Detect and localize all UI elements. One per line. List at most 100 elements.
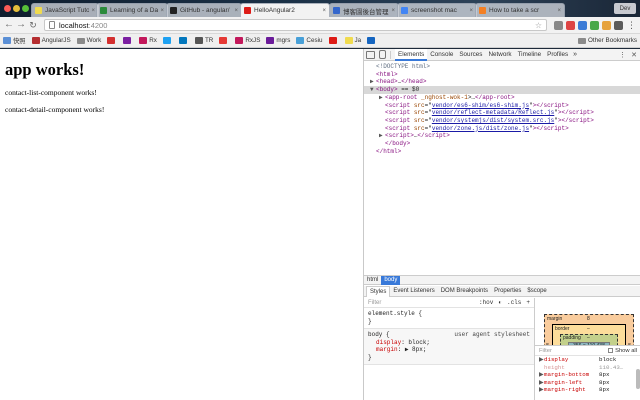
star-icon[interactable]: ☆ (535, 21, 542, 30)
color-picker-icon[interactable]: ◐ (498, 299, 502, 306)
browser-tab[interactable]: Learning of a Day × (96, 3, 168, 17)
profile-button[interactable]: Dev (614, 3, 636, 14)
device-mode-icon[interactable] (379, 50, 386, 59)
browser-tab[interactable]: screenshot mac × (397, 3, 477, 17)
dom-node[interactable]: <script src="vendor/es6-shim/es6-shim.js… (364, 102, 640, 110)
computed-filter[interactable]: Filter Show all (535, 346, 640, 356)
other-bookmarks[interactable]: Other Bookmarks (578, 37, 637, 44)
styles-filter[interactable]: Filter :hov ◐ .cls + (364, 298, 534, 308)
breadcrumb-body[interactable]: body (381, 275, 401, 285)
css-property[interactable]: display: block; (368, 339, 530, 347)
bookmark-item[interactable] (162, 37, 173, 44)
bookmark-item[interactable]: AngularJS (31, 37, 71, 44)
computed-row[interactable]: ▶ display block (535, 356, 640, 364)
dom-node[interactable]: <!DOCTYPE html> (364, 63, 640, 71)
bookmark-item[interactable]: mgrs (266, 37, 290, 44)
back-arrow-icon[interactable]: ← (4, 20, 14, 30)
dom-node[interactable]: ▼ <body> == $0 (364, 86, 640, 94)
tab-timeline[interactable]: Timeline (515, 49, 545, 61)
close-tab-icon[interactable]: × (234, 8, 238, 14)
tab-scope[interactable]: $scope (524, 286, 549, 297)
computed-row[interactable]: height 110.43… (535, 364, 640, 372)
scrollbar[interactable] (636, 369, 640, 389)
dom-node[interactable]: <html> (364, 71, 640, 79)
dom-node[interactable]: <script src="vendor/zone.js/dist/zone.js… (364, 125, 640, 133)
tab-dom-breakpoints[interactable]: DOM Breakpoints (438, 286, 491, 297)
more-tabs-icon[interactable]: » (573, 51, 577, 58)
browser-tab[interactable]: JavaScript Tutor × (31, 3, 99, 17)
property-value: ▶ 8px; (404, 346, 427, 353)
bookmark-item[interactable]: Work (76, 37, 101, 44)
element-style-rule[interactable]: element.style { } (364, 308, 534, 329)
close-tab-icon[interactable]: × (469, 8, 473, 14)
more-options-icon[interactable]: ⋮ (619, 51, 626, 59)
browser-tab[interactable]: HelloAngular2 × (240, 3, 330, 17)
tab-properties[interactable]: Properties (491, 286, 524, 297)
show-all-toggle[interactable]: Show all (608, 348, 637, 354)
menu-icon[interactable]: ⋮ (627, 20, 636, 30)
dom-node[interactable]: <script src="vendor/reflect-metadata/Ref… (364, 109, 640, 117)
bookmark-item[interactable] (107, 37, 117, 44)
dom-node[interactable]: ▶ <app-root _nghost-wok-1>…</app-root> (364, 94, 640, 102)
extension-icon[interactable] (566, 20, 575, 30)
computed-row[interactable]: ▶ margin-bottom 8px (535, 371, 640, 379)
dom-node[interactable]: ▶ <script>…</script> (364, 132, 640, 140)
new-rule-button[interactable]: + (526, 299, 530, 306)
close-tab-icon[interactable]: × (391, 8, 395, 14)
close-devtools-icon[interactable]: ✕ (631, 51, 637, 59)
dom-node[interactable]: ▶ <head>…</head> (364, 78, 640, 86)
browser-tab[interactable]: GitHub - angular/ × (166, 3, 242, 17)
bookmark-item[interactable]: RxJS (235, 37, 260, 44)
close-tab-icon[interactable]: × (91, 8, 95, 14)
tab-network[interactable]: Network (485, 49, 514, 61)
dom-node[interactable]: <script src="vendor/systemjs/dist/system… (364, 117, 640, 125)
bookmark-item[interactable]: Ja (344, 37, 362, 44)
tab-sources[interactable]: Sources (456, 49, 485, 61)
extension-icon[interactable] (578, 20, 587, 30)
tab-elements[interactable]: Elements (395, 48, 428, 61)
class-toggle[interactable]: .cls (507, 299, 521, 306)
close-window-button[interactable] (4, 5, 11, 12)
dom-node[interactable]: </body> (364, 140, 640, 148)
tab-styles[interactable]: Styles (366, 285, 391, 297)
tab-profiles[interactable]: Profiles (544, 49, 571, 61)
extension-icon[interactable] (554, 20, 563, 30)
extension-icon[interactable] (602, 20, 611, 30)
dom-node[interactable]: </html> (364, 148, 640, 156)
reload-icon[interactable]: ↻ (28, 20, 38, 30)
close-tab-icon[interactable]: × (557, 8, 561, 14)
extension-icon[interactable] (614, 20, 623, 30)
bookmark-item[interactable]: 快照 (3, 36, 26, 45)
hover-state-toggle[interactable]: :hov (479, 299, 493, 306)
address-bar[interactable]: localhost:4200 ☆ (44, 19, 547, 31)
checkbox[interactable] (608, 348, 614, 353)
bookmark-item[interactable] (328, 37, 339, 44)
dom-tree[interactable]: <!DOCTYPE html> <html> ▶ <head>…</head> ▼ <bo… (364, 62, 640, 274)
minimize-window-button[interactable] (13, 5, 20, 12)
zoom-window-button[interactable] (22, 5, 29, 12)
bookmark-item[interactable]: Cesiu (296, 37, 323, 44)
close-tab-icon[interactable]: × (322, 8, 326, 14)
inspect-icon[interactable] (366, 50, 375, 59)
margin-label: margin (547, 316, 563, 322)
bookmark-item[interactable] (178, 37, 189, 44)
tab-event-listeners[interactable]: Event Listeners (390, 286, 437, 297)
bookmark-item[interactable] (219, 37, 229, 44)
css-property[interactable]: margin: ▶ 8px; (368, 346, 530, 354)
bookmark-label: Ja (354, 37, 362, 44)
browser-tab[interactable]: 博客園後台管理 - 博× (329, 3, 399, 17)
body-style-rule[interactable]: user agent stylesheet body { display: bl… (364, 329, 534, 365)
forward-arrow-icon[interactable]: → (16, 20, 26, 30)
computed-row[interactable]: ▶ margin-right 8px (535, 386, 640, 394)
dom-node-markup: <body> == $0 (376, 86, 420, 94)
bookmark-item[interactable]: Rx (139, 37, 157, 44)
tab-console[interactable]: Console (427, 49, 456, 61)
breadcrumb-html[interactable]: html (364, 276, 381, 285)
browser-tab[interactable]: How to take a scr × (475, 3, 565, 17)
bookmark-item[interactable] (367, 37, 377, 44)
bookmark-item[interactable]: TR (194, 37, 213, 44)
computed-row[interactable]: ▶ margin-left 8px (535, 379, 640, 387)
close-tab-icon[interactable]: × (160, 8, 164, 14)
extension-icon[interactable] (590, 20, 599, 30)
bookmark-item[interactable] (123, 37, 133, 44)
